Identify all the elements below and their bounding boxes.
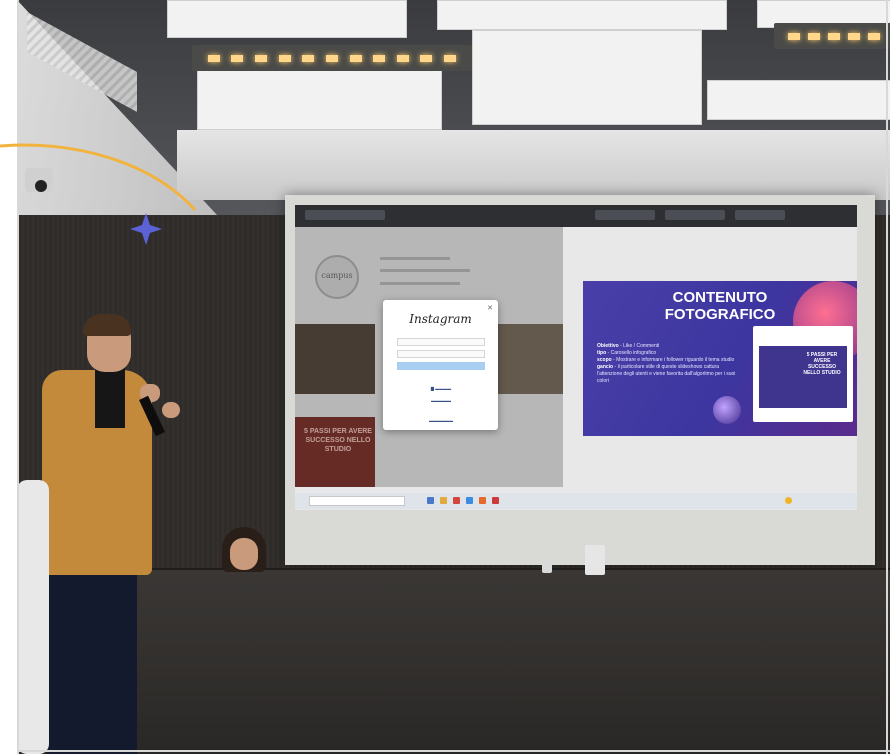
ceiling-panel [707, 80, 890, 120]
frame-line [17, 750, 890, 752]
forgot-password-link: ▬▬▬▬▬ [431, 398, 451, 403]
app-icon [453, 497, 460, 504]
gradient-sphere [713, 396, 741, 424]
speaker-hand [162, 402, 180, 418]
instagram-login-modal: ✕ Instagram ▇ ▬▬▬▬ ▬▬▬▬▬ ▬▬▬▬▬▬ [383, 300, 498, 430]
windows-taskbar [295, 493, 857, 509]
speaker-hair [83, 314, 131, 336]
weather-icon [785, 497, 792, 504]
slide-line: Obiettivo - Like / Commenti [597, 343, 660, 349]
frame-line [886, 0, 888, 754]
instagram-logo: Instagram [409, 312, 472, 326]
thermos-bottle [585, 545, 605, 575]
taskbar-search [309, 496, 405, 506]
ceiling-beam [177, 130, 890, 200]
frame-line [17, 0, 19, 754]
camera-lens [35, 180, 47, 192]
speaker-trousers [47, 565, 137, 754]
ceiling-panel [197, 70, 442, 130]
slide-body: Obiettivo - Like / Commenti tipo - Caros… [597, 343, 737, 385]
slide-line: gancio - il particolare stile di queste … [597, 364, 736, 384]
post-preview-image: 5 PASSI PER AVERE SUCCESSO NELLO STUDIO [759, 346, 847, 408]
app-icon [492, 497, 499, 504]
app-icon [427, 497, 434, 504]
speaker-shirt [95, 368, 125, 428]
username-field [397, 338, 485, 346]
password-field [397, 350, 485, 358]
login-button [397, 362, 485, 370]
app-icon [479, 497, 486, 504]
app-icon [466, 497, 473, 504]
ceiling-panel [437, 0, 727, 30]
ceiling-panel [472, 30, 702, 125]
slide-title: CONTENUTO FOTOGRAFICO [664, 289, 776, 323]
water-bottle [542, 557, 552, 573]
slide-line: tipo - Carosello infografico [597, 350, 657, 356]
projected-desktop: campus 5 PASSI PER AVERE SUCCESSO NELLO … [295, 205, 857, 510]
stage-desk [17, 570, 890, 754]
signup-link: ▬▬▬▬▬▬ [429, 418, 453, 423]
audience-person [17, 480, 49, 754]
ceiling-light [774, 23, 890, 49]
instagram-post-preview: 5 PASSI PER AVERE SUCCESSO NELLO STUDIO [753, 326, 853, 422]
browser-tab-bar [295, 205, 857, 227]
close-icon: ✕ [487, 305, 493, 312]
conference-photo: campus 5 PASSI PER AVERE SUCCESSO NELLO … [17, 0, 890, 754]
ceiling-panel [167, 0, 407, 38]
presentation-slide: CONTENUTO FOTOGRAFICO Obiettivo - Like /… [583, 281, 857, 436]
post-preview-text: 5 PASSI PER AVERE SUCCESSO NELLO STUDIO [803, 352, 841, 376]
facebook-icon: ▇ ▬▬▬▬ [430, 386, 452, 391]
folder-icon [440, 497, 447, 504]
slide-line: scopo - Mostrare e informare i follower … [597, 357, 735, 363]
ceiling-light [192, 45, 472, 71]
seated-person-face [230, 538, 258, 570]
